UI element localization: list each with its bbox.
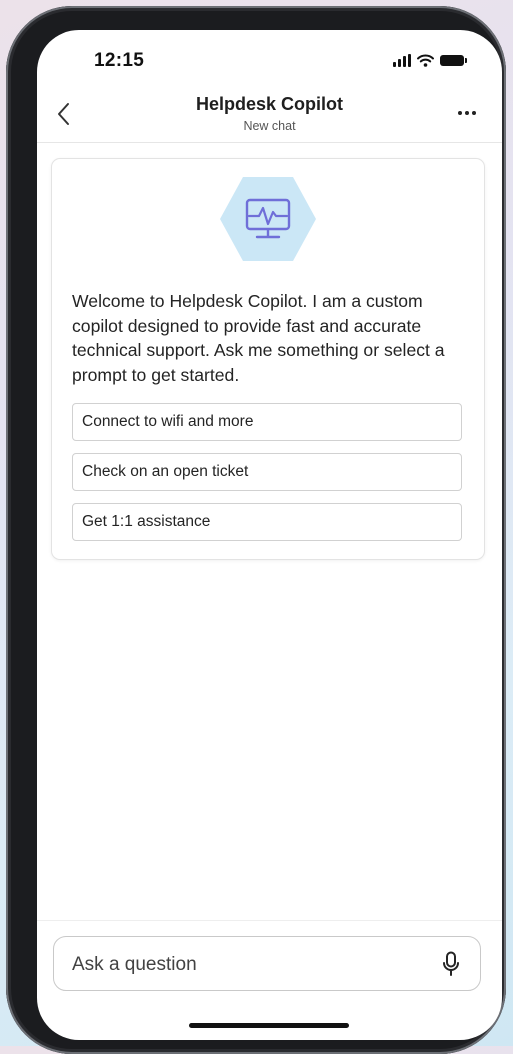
question-input-placeholder: Ask a question bbox=[72, 954, 197, 975]
page-subtitle: New chat bbox=[243, 119, 296, 133]
battery-icon bbox=[440, 54, 467, 66]
prompt-button[interactable]: Connect to wifi and more bbox=[72, 403, 462, 441]
header-divider bbox=[37, 142, 502, 143]
monitor-heartbeat-icon bbox=[220, 177, 316, 261]
prompt-button[interactable]: Get 1:1 assistance bbox=[72, 503, 462, 541]
home-indicator[interactable] bbox=[189, 1023, 349, 1028]
signal-icon bbox=[393, 53, 411, 67]
composer-divider bbox=[37, 920, 502, 921]
prompt-button[interactable]: Check on an open ticket bbox=[72, 453, 462, 491]
welcome-message: Welcome to Helpdesk Copilot. I am a cust… bbox=[72, 291, 445, 385]
status-time: 12:15 bbox=[94, 50, 145, 71]
welcome-card: Welcome to Helpdesk Copilot. I am a cust… bbox=[51, 158, 485, 560]
question-input[interactable]: Ask a question bbox=[53, 936, 481, 991]
more-horizontal-icon[interactable] bbox=[458, 111, 480, 117]
status-icons bbox=[393, 53, 467, 67]
microphone-icon[interactable] bbox=[442, 951, 460, 977]
wifi-icon bbox=[417, 54, 434, 67]
page-title: Helpdesk Copilot bbox=[195, 94, 343, 114]
phone-frame: 12:15 Helpdesk Copilot New chat Welcome … bbox=[6, 6, 506, 1054]
phone-screen: 12:15 Helpdesk Copilot New chat Welcome … bbox=[37, 30, 502, 1040]
